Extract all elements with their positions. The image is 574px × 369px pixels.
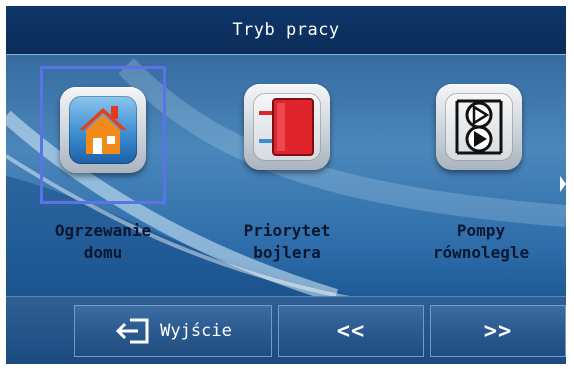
tile-house-heating[interactable] xyxy=(40,66,166,204)
house-heating-button[interactable] xyxy=(60,87,146,173)
bottom-bar: Wyjście << >> xyxy=(6,296,566,364)
tile-label-parallel-pumps: Pompy równolegle xyxy=(432,221,530,262)
next-button[interactable]: >> xyxy=(430,305,566,357)
parallel-pumps-button[interactable] xyxy=(436,84,522,170)
exit-icon xyxy=(116,318,149,344)
screen: Tryb pracy Ogrzewanie domu Priorytet boj… xyxy=(6,6,566,364)
boiler-priority-button[interactable] xyxy=(244,84,330,170)
tile-parallel-pumps[interactable] xyxy=(416,66,542,204)
page-title: Tryb pracy xyxy=(232,20,340,40)
title-bar: Tryb pracy xyxy=(6,6,566,55)
next-button-label: >> xyxy=(483,318,513,344)
boiler-icon xyxy=(253,93,321,161)
scroll-right-icon[interactable] xyxy=(560,176,566,192)
previous-button-label: << xyxy=(336,318,366,344)
previous-button[interactable]: << xyxy=(278,305,424,357)
tile-label-house-heating: Ogrzewanie domu xyxy=(54,221,152,262)
parallel-pumps-icon xyxy=(445,93,513,161)
tile-label-boiler-priority: Priorytet bojlera xyxy=(243,221,331,262)
exit-button-label: Wyjście xyxy=(160,321,232,341)
house-icon xyxy=(69,96,137,164)
exit-button[interactable]: Wyjście xyxy=(74,305,272,357)
tile-boiler-priority[interactable] xyxy=(224,66,350,204)
